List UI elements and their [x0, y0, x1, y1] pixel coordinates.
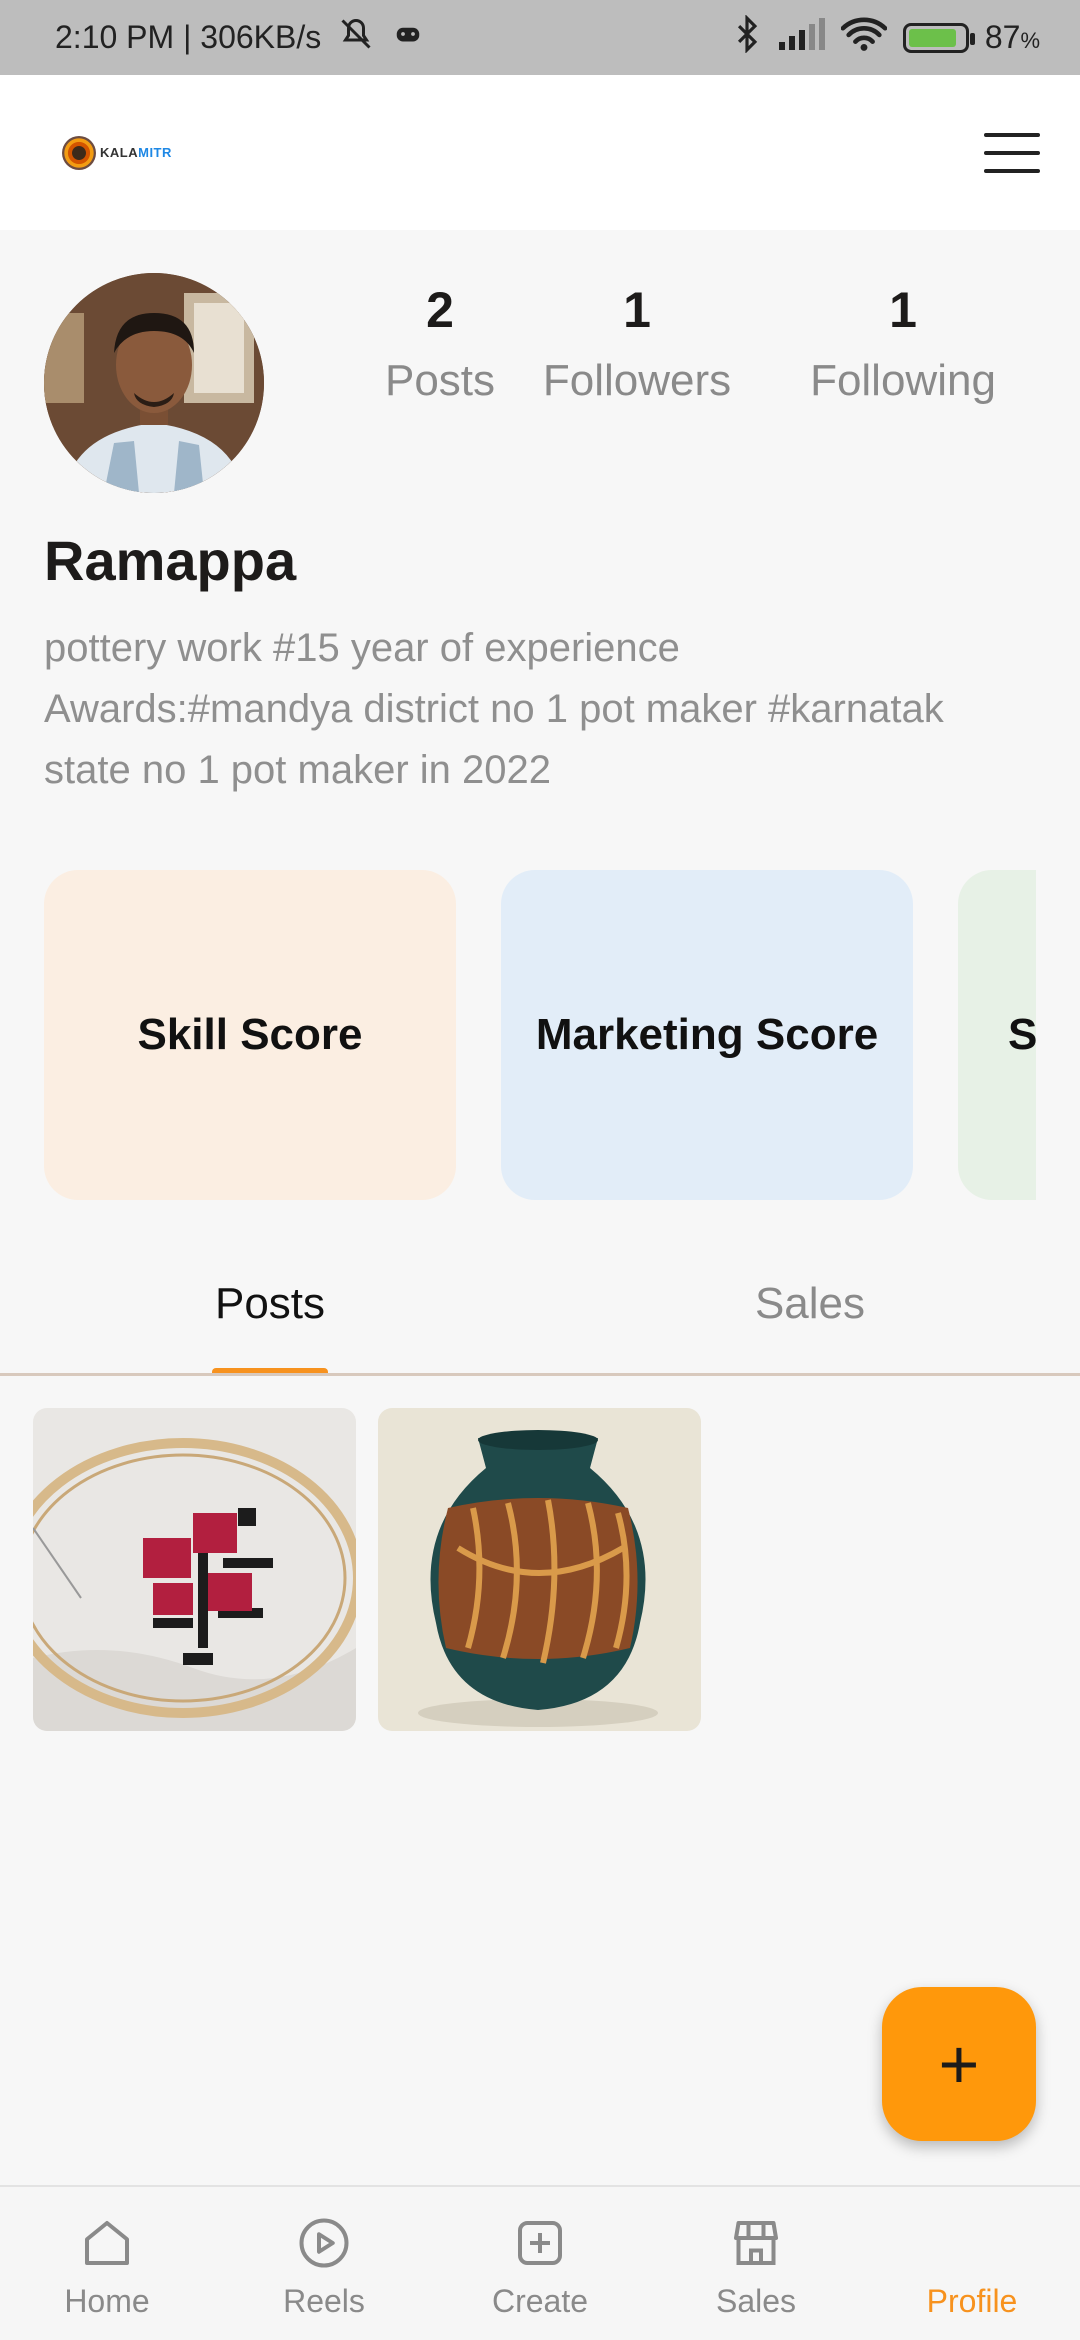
stat-following[interactable]: 1 Following [793, 280, 1013, 406]
status-time: 2:10 PM | 306KB/s [55, 19, 322, 55]
game-controller-icon [391, 19, 425, 57]
app-logo: KALAMITR [62, 135, 172, 170]
stat-label: Posts [384, 356, 496, 405]
logo-mark-icon [62, 135, 96, 170]
add-box-icon [510, 2213, 570, 2278]
skill-score-card[interactable]: Skill Score [44, 870, 456, 1200]
stat-posts[interactable]: 2 Posts [330, 280, 550, 406]
bluetooth-icon [733, 13, 761, 61]
battery-percent: 87% [984, 19, 1040, 55]
menu-icon[interactable] [984, 132, 1040, 173]
tab-sales[interactable]: Sales [660, 1279, 960, 1329]
nav-create[interactable]: Create [440, 2213, 640, 2320]
bio-line: Awards:#mandya district no 1 pot maker #… [44, 687, 944, 731]
profile-bio: pottery work #15 year of experience Awar… [44, 618, 1044, 801]
stat-value: 1 [889, 282, 917, 338]
battery-icon [902, 22, 975, 53]
nav-profile[interactable]: Profile [872, 2213, 1072, 2320]
nav-label: Sales [715, 2283, 797, 2319]
tabs-divider [0, 1373, 1080, 1376]
nav-sales[interactable]: Sales [656, 2213, 856, 2320]
add-post-fab[interactable]: + [882, 1987, 1036, 2141]
home-icon [77, 2213, 137, 2278]
nav-label: Create [491, 2283, 589, 2319]
avatar[interactable] [44, 273, 264, 493]
stat-followers[interactable]: 1 Followers [527, 280, 747, 406]
stat-value: 1 [623, 282, 651, 338]
status-bar: 2:10 PM | 306KB/s 87% [0, 0, 1080, 75]
post-thumbnail-vase[interactable] [378, 1408, 701, 1731]
marketing-score-card[interactable]: Marketing Score [501, 870, 913, 1200]
app-header: KALAMITR [0, 75, 1080, 230]
profile-name: Ramappa [44, 529, 297, 592]
logo-text: KALAMITR [100, 145, 172, 160]
mute-icon [335, 16, 377, 60]
tab-posts[interactable]: Posts [120, 1279, 420, 1329]
post-thumbnail-embroidery[interactable] [33, 1408, 356, 1731]
stat-value: 2 [426, 282, 454, 338]
bio-line: pottery work #15 year of experience [44, 626, 680, 670]
nav-label: Home [64, 2283, 150, 2319]
nav-label: Profile [926, 2283, 1018, 2319]
score-cards: Skill Score Marketing Score Sa [44, 870, 1036, 1200]
nav-home[interactable]: Home [7, 2213, 207, 2320]
stat-label: Following [810, 356, 996, 405]
bio-line: state no 1 pot maker in 2022 [44, 748, 551, 792]
plus-icon: + [938, 2025, 980, 2103]
signal-icon [777, 17, 825, 58]
nav-label: Reels [283, 2283, 365, 2319]
nav-reels[interactable]: Reels [224, 2213, 424, 2320]
wifi-icon [840, 16, 888, 60]
sales-score-card[interactable]: Sa [958, 870, 1036, 1200]
play-icon [294, 2213, 354, 2278]
stat-label: Followers [542, 356, 732, 405]
store-icon [726, 2213, 786, 2278]
profile-stats: 2 Posts 1 Followers 1 Following [330, 280, 1030, 420]
profile-tabs: Posts Sales [0, 1245, 1080, 1376]
bottom-nav: Home Reels Create Sales Profile [0, 2185, 1080, 2340]
